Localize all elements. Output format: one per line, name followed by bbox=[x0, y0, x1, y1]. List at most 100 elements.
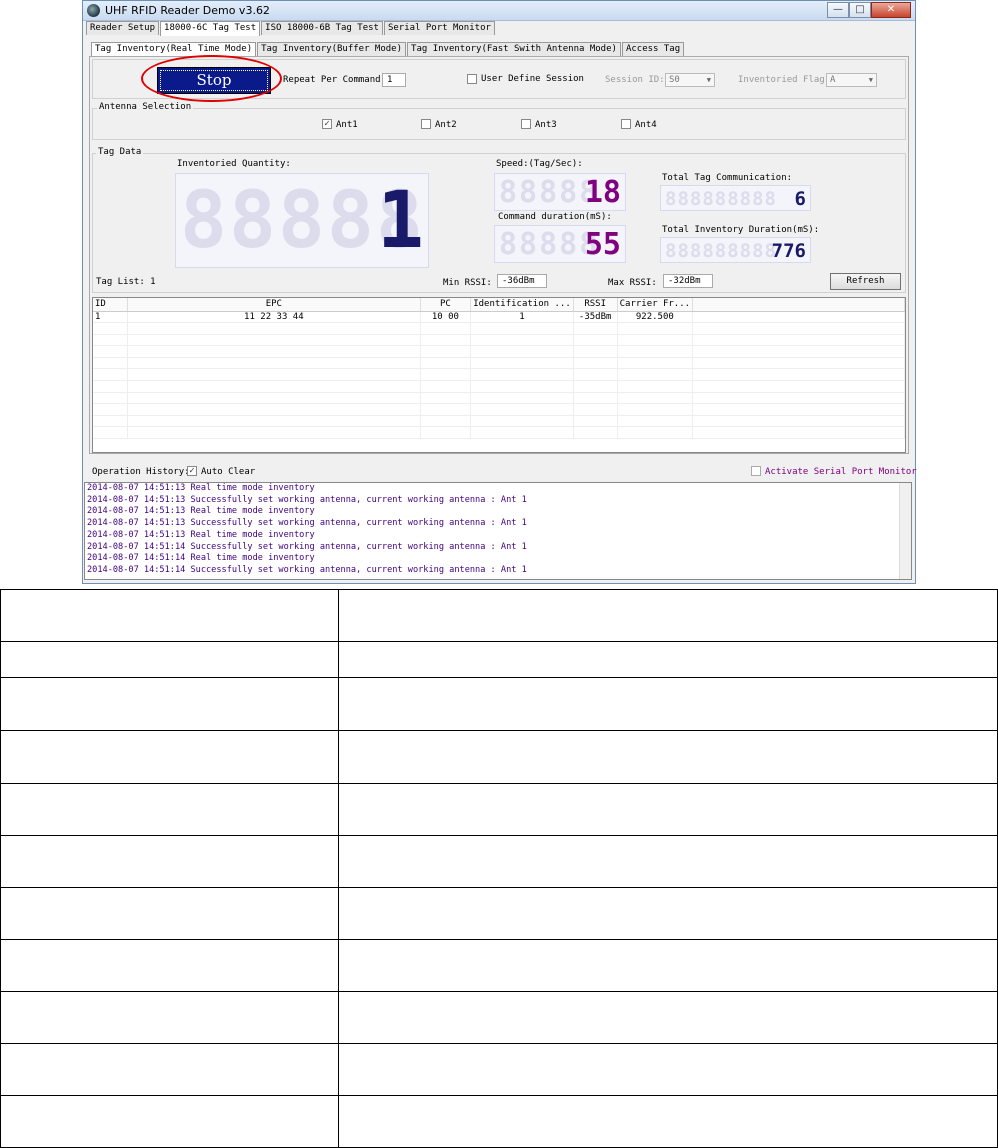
refresh-button[interactable]: Refresh bbox=[830, 273, 901, 290]
session-id-select[interactable]: S0 ▼ bbox=[665, 73, 715, 87]
empty-row bbox=[93, 392, 905, 405]
tab-real-time-mode[interactable]: Tag Inventory(Real Time Mode) bbox=[91, 42, 257, 57]
log-line: 2014-08-07 14:51:13 Successfully set wor… bbox=[87, 494, 527, 505]
cell-epc: 11 22 33 44 bbox=[127, 311, 421, 324]
operation-log[interactable]: 2014-08-07 14:51:13 Real time mode inven… bbox=[84, 482, 912, 580]
command-duration-label: Command duration(mS): bbox=[498, 212, 612, 222]
ant1-checkbox[interactable]: ✓ bbox=[322, 119, 332, 129]
tab-buffer-mode[interactable]: Tag Inventory(Buffer Mode) bbox=[257, 42, 407, 56]
auto-clear-label: Auto Clear bbox=[201, 467, 256, 477]
command-duration-display: 88888 55 bbox=[494, 225, 626, 263]
log-line: 2014-08-07 14:51:14 Real time mode inven… bbox=[87, 553, 315, 564]
column-header-pc[interactable]: PC bbox=[420, 298, 472, 312]
empty-row bbox=[93, 368, 905, 382]
empty-row bbox=[93, 426, 905, 440]
auto-clear-checkbox[interactable]: ✓ bbox=[187, 466, 197, 476]
column-header-id[interactable]: ID bbox=[93, 298, 129, 312]
min-rssi-label: Min RSSI: bbox=[443, 278, 492, 288]
inventoried-quantity-value: 1 bbox=[377, 176, 424, 266]
cell-empty bbox=[692, 311, 905, 324]
max-rssi-label: Max RSSI: bbox=[608, 278, 657, 288]
empty-row bbox=[93, 380, 905, 393]
speed-display: 88888 18 bbox=[494, 173, 626, 211]
empty-row bbox=[93, 415, 905, 428]
log-line: 2014-08-07 14:51:14 Successfully set wor… bbox=[87, 541, 527, 552]
column-header-epc[interactable]: EPC bbox=[127, 298, 421, 312]
session-id-label: Session ID: bbox=[605, 75, 665, 85]
cell-pc: 10 00 bbox=[420, 311, 472, 324]
sub-tab-bar: Tag Inventory(Real Time Mode) Tag Invent… bbox=[91, 42, 685, 57]
title-bar: UHF RFID Reader Demo v3.62 — □ ✕ bbox=[83, 1, 915, 21]
tag-list-label: Tag List: 1 bbox=[96, 277, 156, 287]
cell-identification: 1 bbox=[470, 311, 574, 324]
user-define-session-label: User Define Session bbox=[481, 74, 584, 84]
tab-fast-switch-mode[interactable]: Tag Inventory(Fast Swith Antenna Mode) bbox=[407, 42, 621, 56]
command-duration-value: 55 bbox=[584, 227, 621, 262]
antenna-title: Antenna Selection bbox=[97, 102, 194, 112]
column-header-rssi[interactable]: RSSI bbox=[573, 298, 618, 312]
ant2-label: Ant2 bbox=[435, 120, 457, 130]
chevron-down-icon: ▼ bbox=[706, 76, 711, 84]
log-line: 2014-08-07 14:51:13 Real time mode inven… bbox=[87, 529, 315, 540]
segment-ghost-digits: 888888888 bbox=[665, 188, 777, 210]
inventoried-flag-label: Inventoried Flag: bbox=[738, 75, 831, 85]
minimize-button[interactable]: — bbox=[827, 2, 849, 18]
ant1-label: Ant1 bbox=[336, 120, 358, 130]
inventoried-flag-value: A bbox=[830, 75, 836, 85]
column-header-carrier[interactable]: Carrier Fr... bbox=[617, 298, 694, 312]
repeat-input[interactable]: 1 bbox=[382, 73, 406, 87]
tab-serial-port-monitor[interactable]: Serial Port Monitor bbox=[383, 21, 495, 35]
ant3-checkbox[interactable] bbox=[521, 119, 531, 129]
log-line: 2014-08-07 14:51:13 Real time mode inven… bbox=[87, 506, 315, 517]
main-tab-bar: Reader Setup 18000-6C Tag Test ISO 18000… bbox=[86, 21, 496, 36]
user-define-session-checkbox[interactable] bbox=[467, 74, 477, 84]
total-inventory-duration-display: 888888888 776 bbox=[660, 237, 811, 263]
activate-monitor-checkbox[interactable] bbox=[751, 466, 761, 476]
empty-row bbox=[93, 322, 905, 335]
highlight-ring bbox=[141, 55, 282, 102]
log-scrollbar[interactable] bbox=[899, 483, 911, 579]
tab-access-tag[interactable]: Access Tag bbox=[621, 42, 685, 56]
app-icon bbox=[87, 4, 100, 17]
empty-row bbox=[93, 334, 905, 347]
empty-row bbox=[93, 357, 905, 370]
inventoried-flag-select[interactable]: A ▼ bbox=[826, 73, 877, 87]
tab-18000-6b[interactable]: ISO 18000-6B Tag Test bbox=[261, 21, 383, 35]
table-row[interactable]: 1 11 22 33 44 10 00 1 -35dBm 922.500 bbox=[93, 311, 905, 324]
close-button[interactable]: ✕ bbox=[871, 2, 911, 18]
log-line: 2014-08-07 14:51:13 Successfully set wor… bbox=[87, 518, 527, 529]
total-tag-comm-label: Total Tag Communication: bbox=[662, 173, 793, 183]
tab-reader-setup[interactable]: Reader Setup bbox=[86, 21, 160, 35]
empty-row bbox=[93, 403, 905, 416]
speed-label: Speed:(Tag/Sec): bbox=[496, 159, 583, 169]
speed-value: 18 bbox=[584, 175, 621, 210]
session-id-value: S0 bbox=[669, 75, 680, 85]
total-tag-comm-value: 6 bbox=[794, 188, 806, 210]
segment-ghost-digits: 888888888 bbox=[665, 240, 777, 262]
min-rssi-value: -36dBm bbox=[497, 274, 547, 288]
document-table bbox=[0, 589, 998, 1148]
log-line: 2014-08-07 14:51:13 Real time mode inven… bbox=[87, 483, 315, 493]
cell-id: 1 bbox=[93, 311, 129, 324]
total-tag-comm-display: 888888888 6 bbox=[660, 185, 811, 211]
maximize-button[interactable]: □ bbox=[849, 2, 871, 18]
tag-data-title: Tag Data bbox=[96, 147, 144, 157]
column-header-identification[interactable]: Identification ... bbox=[470, 298, 574, 312]
chevron-down-icon: ▼ bbox=[868, 76, 873, 84]
total-inventory-duration-value: 776 bbox=[771, 240, 806, 262]
ant4-label: Ant4 bbox=[635, 120, 657, 130]
operation-history-label: Operation History: bbox=[92, 467, 190, 477]
ant3-label: Ant3 bbox=[535, 120, 557, 130]
max-rssi-value: -32dBm bbox=[663, 274, 713, 288]
ant2-checkbox[interactable] bbox=[421, 119, 431, 129]
total-inventory-duration-label: Total Inventory Duration(mS): bbox=[662, 225, 820, 235]
inventoried-quantity-label: Inventoried Quantity: bbox=[177, 159, 291, 169]
tab-18000-6c[interactable]: 18000-6C Tag Test bbox=[160, 21, 261, 36]
cell-carrier: 922.500 bbox=[617, 311, 694, 324]
column-header-spacer bbox=[692, 298, 905, 312]
ant4-checkbox[interactable] bbox=[621, 119, 631, 129]
repeat-label: Repeat Per Command: bbox=[283, 75, 386, 85]
window-title: UHF RFID Reader Demo v3.62 bbox=[105, 4, 270, 17]
empty-row bbox=[93, 345, 905, 358]
activate-monitor-label: Activate Serial Port Monitor bbox=[765, 467, 917, 477]
